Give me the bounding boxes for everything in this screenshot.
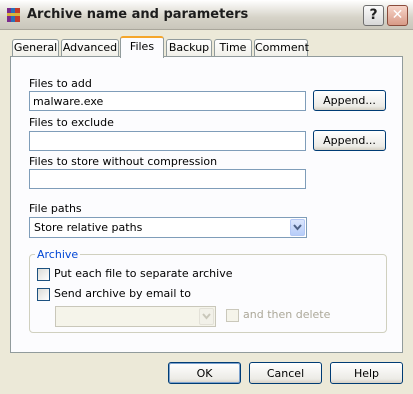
send-email-checkbox[interactable]	[37, 288, 50, 301]
title-bar: Archive name and parameters ? ✕	[0, 0, 413, 30]
tab-time[interactable]: Time	[214, 39, 252, 57]
file-paths-label: File paths	[29, 202, 82, 215]
then-delete-checkbox[interactable]	[226, 309, 239, 322]
store-without-compression-label: Files to store without compression	[29, 155, 218, 168]
help-button[interactable]: Help	[330, 362, 403, 384]
title-close-button[interactable]: ✕	[387, 5, 408, 26]
separate-archive-label[interactable]: Put each file to separate archive	[54, 267, 232, 280]
append-add-button[interactable]: Append...	[313, 90, 386, 111]
title-help-button[interactable]: ?	[363, 5, 384, 26]
store-without-compression-input[interactable]	[29, 169, 306, 189]
then-delete-label: and then delete	[243, 308, 331, 321]
tab-advanced[interactable]: Advanced	[61, 39, 119, 57]
email-recipient-select[interactable]	[55, 306, 216, 327]
chevron-down-icon	[199, 308, 214, 325]
files-to-exclude-input[interactable]	[29, 131, 306, 151]
tab-general[interactable]: General	[12, 39, 59, 57]
file-paths-selected-value: Store relative paths	[34, 221, 143, 234]
ok-button[interactable]: OK	[168, 362, 241, 384]
separate-archive-checkbox[interactable]	[37, 268, 50, 281]
send-email-label[interactable]: Send archive by email to	[54, 287, 191, 300]
cancel-button[interactable]: Cancel	[249, 362, 322, 384]
files-to-exclude-label: Files to exclude	[29, 116, 114, 129]
chevron-down-icon[interactable]	[290, 219, 305, 236]
file-paths-select[interactable]: Store relative paths	[29, 217, 307, 238]
tab-files[interactable]: Files	[120, 36, 164, 58]
window-title: Archive name and parameters	[27, 7, 249, 22]
tab-backup[interactable]: Backup	[166, 39, 212, 57]
files-to-add-input[interactable]	[29, 91, 306, 111]
tab-comment[interactable]: Comment	[254, 39, 309, 57]
winrar-books-icon	[7, 8, 20, 22]
append-exclude-button[interactable]: Append...	[313, 130, 386, 151]
files-to-add-label: Files to add	[29, 77, 92, 90]
archive-group-title: Archive	[35, 248, 81, 261]
